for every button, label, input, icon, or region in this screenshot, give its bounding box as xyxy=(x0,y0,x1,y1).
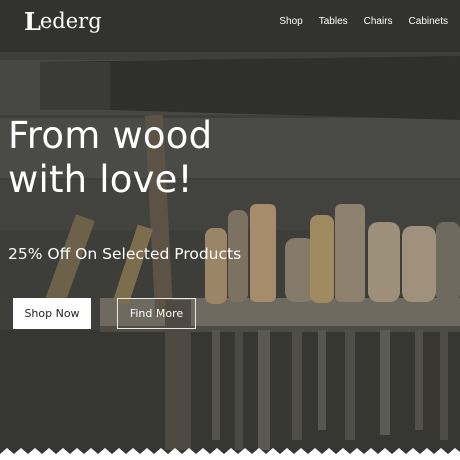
nav-link-cabinets[interactable]: Cabinets xyxy=(401,14,456,29)
main-nav: Shop Tables Chairs Cabinets xyxy=(271,14,456,29)
hero-section: L ederg Shop Tables Chairs Cabinets From… xyxy=(0,0,460,455)
hero-headline-line2: with love! xyxy=(8,158,193,201)
shop-now-button[interactable]: Shop Now xyxy=(13,298,91,329)
brand-logo-text: ederg xyxy=(39,9,102,33)
hero-bottom-zigzag-divider xyxy=(0,448,460,460)
hero-headline-line1: From wood xyxy=(8,114,213,157)
nav-link-tables[interactable]: Tables xyxy=(311,14,356,29)
nav-link-chairs[interactable]: Chairs xyxy=(356,14,401,29)
brand-logo[interactable]: L ederg xyxy=(24,6,102,36)
hero-background-image xyxy=(0,0,460,455)
hero-headline: From wood with love! xyxy=(8,114,308,202)
brand-logo-initial: L xyxy=(24,6,41,36)
hero-subheadline: 25% Off On Selected Products xyxy=(8,245,242,263)
nav-link-shop[interactable]: Shop xyxy=(271,14,310,29)
find-more-button[interactable]: Find More xyxy=(117,298,196,329)
navbar: L ederg Shop Tables Chairs Cabinets xyxy=(0,0,460,52)
